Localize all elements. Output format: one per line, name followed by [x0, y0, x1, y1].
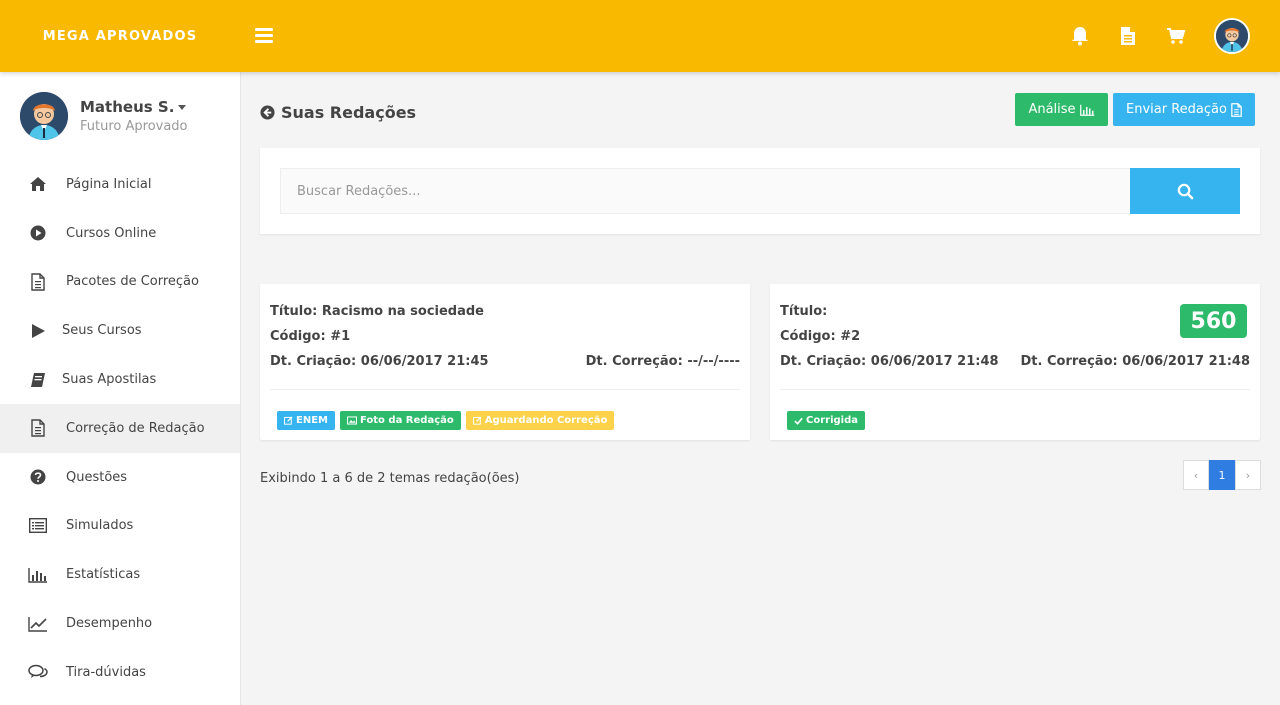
book-icon	[28, 370, 48, 390]
user-role: Futuro Aprovado	[80, 119, 188, 134]
file-icon	[28, 272, 48, 292]
sidebar-item-pacotes-de-correcao[interactable]: Pacotes de Correção	[0, 258, 240, 307]
divider	[780, 389, 1250, 390]
essay-corrected-date: Dt. Correção: --/--/----	[585, 354, 740, 369]
back-arrow-icon[interactable]	[260, 105, 275, 120]
sidebar-item-suas-apostilas[interactable]: Suas Apostilas	[0, 355, 240, 404]
badge-enem: ENEM	[277, 411, 335, 430]
essay-code: Código: #1	[270, 329, 351, 344]
document-icon[interactable]	[1118, 26, 1138, 46]
avatar	[20, 92, 68, 140]
sidebar-item-seus-cursos[interactable]: Seus Cursos	[0, 306, 240, 355]
badge-corrigida: Corrigida	[787, 411, 865, 430]
user-profile[interactable]: Matheus S. Futuro Aprovado	[0, 72, 240, 160]
file-icon	[28, 418, 48, 438]
file-icon	[1231, 102, 1242, 117]
user-name[interactable]: Matheus S.	[80, 98, 188, 116]
home-icon	[28, 174, 48, 194]
pagination-info: Exibindo 1 a 6 de 2 temas redação(ões)	[260, 471, 520, 486]
essay-score-badge: 560	[1180, 304, 1247, 338]
check-icon	[794, 417, 803, 425]
sidebar: Matheus S. Futuro Aprovado Página Inicia…	[0, 72, 241, 705]
essay-card[interactable]: Título: Racismo na sociedade Código: #1 …	[260, 284, 750, 440]
line-chart-icon	[28, 614, 48, 634]
pagination-next-button[interactable]: ›	[1235, 460, 1261, 490]
sidebar-item-pagina-inicial[interactable]: Página Inicial	[0, 160, 240, 209]
enviar-redacao-button[interactable]: Enviar Redação	[1113, 93, 1255, 126]
play-icon	[28, 321, 48, 341]
bar-chart-icon	[1079, 104, 1094, 116]
essay-title: Título:	[780, 304, 828, 319]
sidebar-item-tira-duvidas[interactable]: Tira-dúvidas	[0, 648, 240, 697]
essay-code: Código: #2	[780, 329, 861, 344]
list-icon	[28, 516, 48, 536]
page-title: Suas Redações	[260, 103, 416, 122]
play-circle-icon	[28, 223, 48, 243]
essay-created-date: Dt. Criação: 06/06/2017 21:48	[780, 354, 999, 369]
pagination-prev-button[interactable]: ‹	[1183, 460, 1209, 490]
pagination-page-button[interactable]: 1	[1209, 460, 1235, 490]
sidebar-item-desempenho[interactable]: Desempenho	[0, 599, 240, 648]
bell-icon[interactable]	[1070, 26, 1090, 46]
chat-icon	[28, 662, 48, 682]
essay-created-date: Dt. Criação: 06/06/2017 21:45	[270, 354, 489, 369]
sidebar-item-simulados[interactable]: Simulados	[0, 502, 240, 551]
menu-icon[interactable]	[255, 28, 273, 44]
edit-icon	[472, 416, 482, 425]
analise-button[interactable]: Análise	[1015, 93, 1108, 126]
bar-chart-icon	[28, 565, 48, 585]
image-icon	[347, 416, 357, 425]
top-icons	[1070, 0, 1250, 72]
divider	[270, 389, 740, 390]
sidebar-item-estatisticas[interactable]: Estatísticas	[0, 550, 240, 599]
essay-corrected-date: Dt. Correção: 06/06/2017 21:48	[1020, 354, 1250, 369]
sidebar-item-correcao-de-redacao[interactable]: Correção de Redação	[0, 403, 240, 453]
edit-icon	[284, 416, 293, 425]
pagination: ‹ 1 ›	[1183, 460, 1261, 490]
search-icon	[1177, 183, 1193, 199]
search-button[interactable]	[1130, 168, 1240, 214]
badge-foto-da-redacao: Foto da Redação	[339, 411, 461, 430]
essay-title: Título: Racismo na sociedade	[270, 304, 484, 319]
search-panel	[260, 148, 1260, 234]
question-icon	[28, 467, 48, 487]
search-input[interactable]	[280, 168, 1131, 214]
user-avatar[interactable]	[1214, 18, 1250, 54]
sidebar-item-questoes[interactable]: Questões	[0, 453, 240, 502]
badge-aguardando-correcao: Aguardando Correção	[465, 411, 615, 430]
brand-logo[interactable]: MEGA APROVADOS	[0, 0, 240, 72]
sidebar-item-cursos-online[interactable]: Cursos Online	[0, 209, 240, 258]
main-content: Suas Redações Análise Enviar Redação Tít…	[241, 72, 1280, 705]
top-bar: MEGA APROVADOS	[0, 0, 1280, 72]
cart-icon[interactable]	[1166, 26, 1186, 46]
chevron-down-icon	[178, 105, 187, 110]
essay-card[interactable]: Título: Código: #2 Dt. Criação: 06/06/20…	[770, 284, 1260, 440]
